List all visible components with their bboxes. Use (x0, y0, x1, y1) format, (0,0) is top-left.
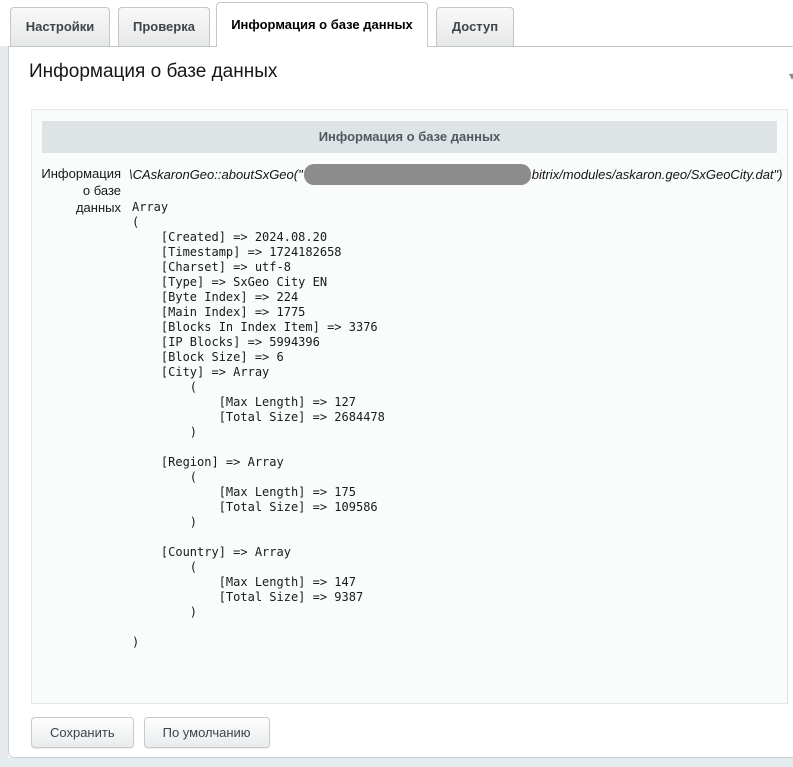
field-label: Информация о базе данных (36, 164, 121, 650)
tab-check[interactable]: Проверка (118, 7, 210, 46)
tab-settings[interactable]: Настройки (10, 7, 110, 46)
detail-panel: Информация о базе данных ▾ Информация о … (8, 46, 793, 758)
redacted-path-overlay (304, 164, 531, 185)
save-button[interactable]: Сохранить (31, 717, 134, 748)
call-suffix: bitrix/modules/askaron.geo/SxGeoCity.dat… (532, 167, 783, 182)
page: Настройки Проверка Информация о базе дан… (0, 0, 793, 767)
page-background-left (0, 46, 8, 758)
array-dump: Array ( [Created] => 2024.08.20 [Timesta… (132, 200, 787, 650)
call-prefix: \CAskaronGeo::aboutSxGeo(" (129, 167, 303, 182)
button-row: Сохранить По умолчанию (31, 717, 270, 748)
chevron-down-icon[interactable]: ▾ (789, 69, 793, 83)
tab-access[interactable]: Доступ (436, 7, 514, 46)
section-heading: Информация о базе данных (42, 121, 777, 153)
page-background-bottom (0, 758, 793, 767)
database-info-section: Информация о базе данных Информация о ба… (31, 109, 788, 704)
default-button[interactable]: По умолчанию (144, 717, 270, 748)
database-info-row: Информация о базе данных \CAskaronGeo::a… (32, 164, 787, 650)
tab-bar: Настройки Проверка Информация о базе дан… (8, 0, 793, 46)
field-value: \CAskaronGeo::aboutSxGeo(" bitrix/modules… (129, 164, 787, 650)
function-call-line: \CAskaronGeo::aboutSxGeo(" bitrix/modules… (129, 164, 787, 185)
tab-database-info[interactable]: Информация о базе данных (216, 2, 428, 47)
page-title: Информация о базе данных (29, 61, 277, 83)
